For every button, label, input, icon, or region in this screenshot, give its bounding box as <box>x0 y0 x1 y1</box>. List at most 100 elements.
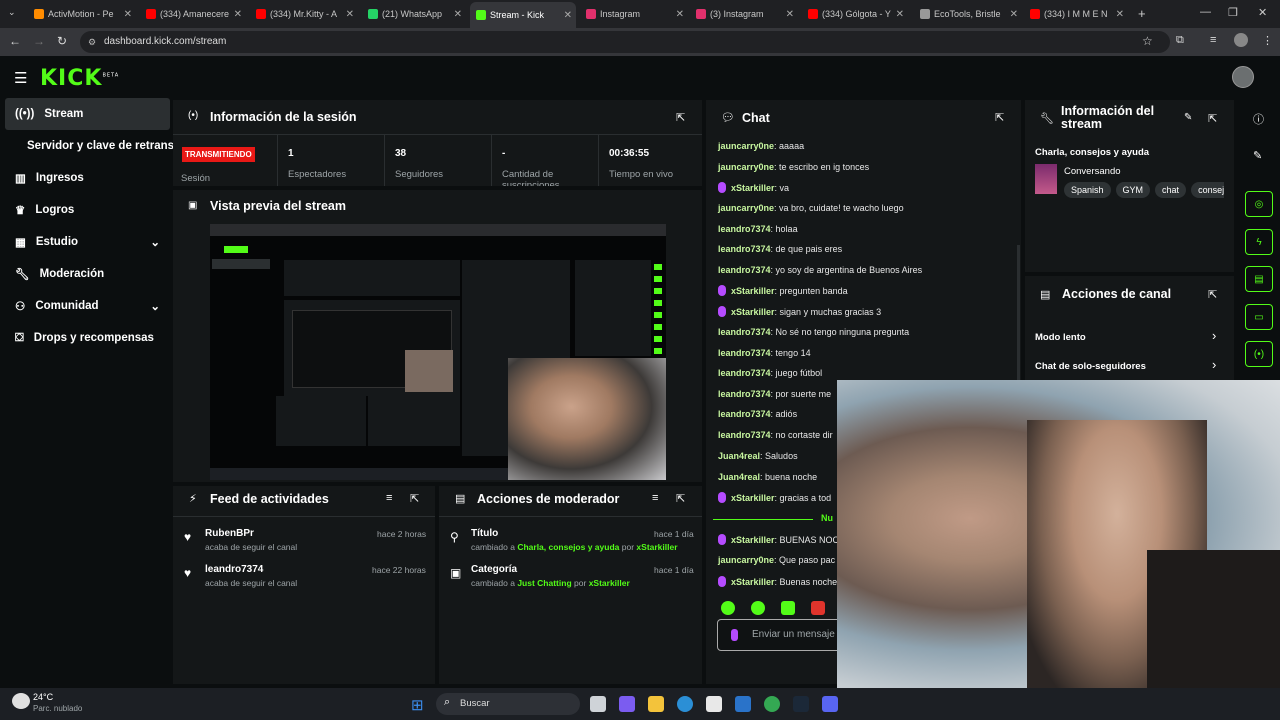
rail-button-chat[interactable]: ▭ <box>1245 304 1273 330</box>
user-avatar[interactable] <box>1232 66 1254 88</box>
info-icon[interactable]: ⓘ <box>1253 111 1264 127</box>
browser-tab[interactable]: (334) Mr.Kitty - A ✕ <box>250 4 358 24</box>
chat-username[interactable]: leandro7374 <box>718 244 771 254</box>
rail-button-lightning[interactable]: ϟ <box>1245 229 1273 255</box>
emote-icon[interactable] <box>811 601 825 615</box>
close-icon[interactable]: ✕ <box>234 9 242 20</box>
browser-tab[interactable]: (334) I M M E N ✕ <box>1024 4 1128 24</box>
window-close-icon[interactable]: ✕ <box>1258 6 1267 19</box>
chat-username[interactable]: leandro7374 <box>718 389 771 399</box>
chat-username[interactable]: jauncarry0ne <box>718 141 774 151</box>
chat-username[interactable]: Juan4real <box>718 451 760 461</box>
close-icon[interactable]: ✕ <box>786 9 794 20</box>
sidebar-item-achievements[interactable]: ♛ Logros <box>5 194 170 226</box>
extensions-icon[interactable]: ⧉ <box>1176 34 1184 47</box>
windows-start-icon[interactable]: ⊞ <box>411 696 424 714</box>
chat-username[interactable]: xStarkiller <box>731 286 775 296</box>
browser-tab-active[interactable]: Stream - Kick ✕ <box>470 2 576 28</box>
stream-preview-video[interactable] <box>210 224 666 480</box>
browser-tab[interactable]: (334) Amanecere ✕ <box>140 4 246 24</box>
chat-username[interactable]: xStarkiller <box>731 493 775 503</box>
chrome-icon[interactable] <box>764 696 780 712</box>
steam-icon[interactable] <box>793 696 809 712</box>
sidebar-item-server-key[interactable]: Servidor y clave de retransm <box>5 130 173 162</box>
tab-list-icon[interactable]: ⌄ <box>8 7 16 18</box>
emote-icon[interactable] <box>751 601 765 615</box>
slow-mode-row[interactable]: Modo lento › <box>1025 327 1230 347</box>
chat-username[interactable]: jauncarry0ne <box>718 555 774 565</box>
url-field[interactable]: ⚙ dashboard.kick.com/stream <box>80 31 1170 53</box>
popout-icon[interactable]: ⇱ <box>1208 288 1217 301</box>
copilot-icon[interactable] <box>619 696 635 712</box>
activity-user[interactable]: leandro7374 <box>205 564 263 575</box>
mod-action-user[interactable]: xStarkiller <box>589 578 630 588</box>
chat-username[interactable]: xStarkiller <box>731 307 775 317</box>
emote-icon[interactable] <box>721 601 735 615</box>
chat-username[interactable]: leandro7374 <box>718 348 771 358</box>
browser-tab[interactable]: (21) WhatsApp ✕ <box>362 4 466 24</box>
chat-username[interactable]: leandro7374 <box>718 327 771 337</box>
sidebar-item-studio[interactable]: ▦ Estudio ⌄ <box>5 226 170 258</box>
rail-button-broadcast[interactable]: (•) <box>1245 341 1273 367</box>
close-icon[interactable]: ✕ <box>346 9 354 20</box>
minimize-icon[interactable]: — <box>1200 6 1211 18</box>
close-icon[interactable]: ✕ <box>676 9 684 20</box>
chat-username[interactable]: xStarkiller <box>731 535 775 545</box>
site-info-icon[interactable]: ⚙ <box>88 31 96 53</box>
close-icon[interactable]: ✕ <box>1010 9 1018 20</box>
restore-icon[interactable]: ❐ <box>1228 6 1238 19</box>
profile-avatar[interactable] <box>1234 33 1248 47</box>
chat-username[interactable]: xStarkiller <box>731 577 775 587</box>
popout-icon[interactable]: ⇱ <box>995 111 1004 124</box>
taskbar-search[interactable]: ⌕ Buscar <box>436 693 580 715</box>
chat-username[interactable]: jauncarry0ne <box>718 162 774 172</box>
new-tab-icon[interactable]: + <box>1138 6 1146 21</box>
followers-only-row[interactable]: Chat de solo-seguidores › <box>1025 356 1230 376</box>
reading-list-icon[interactable]: ≡ <box>1210 34 1216 46</box>
browser-menu-icon[interactable]: ⋮ <box>1262 34 1273 47</box>
activity-user[interactable]: RubenBPr <box>205 528 254 539</box>
emote-icon[interactable] <box>781 601 795 615</box>
pencil-icon[interactable]: ✎ <box>1184 112 1192 123</box>
chat-username[interactable]: jauncarry0ne <box>718 203 774 213</box>
close-icon[interactable]: ✕ <box>454 9 462 20</box>
chat-username[interactable]: leandro7374 <box>718 430 771 440</box>
sidebar-item-stream[interactable]: ((•)) Stream <box>5 98 170 130</box>
mod-action-user[interactable]: xStarkiller <box>636 542 677 552</box>
browser-tab[interactable]: (334) Gólgota - Y ✕ <box>802 4 908 24</box>
chat-username[interactable]: leandro7374 <box>718 224 771 234</box>
chat-username[interactable]: leandro7374 <box>718 368 771 378</box>
sidebar-item-community[interactable]: ⚇ Comunidad ⌄ <box>5 290 170 322</box>
popout-icon[interactable]: ⇱ <box>676 492 685 505</box>
back-icon[interactable]: ← <box>9 34 21 48</box>
edge-icon[interactable] <box>677 696 693 712</box>
chat-input[interactable]: Enviar un mensaje <box>717 619 842 651</box>
rail-button-camera[interactable]: ◎ <box>1245 191 1273 217</box>
chat-username[interactable]: leandro7374 <box>718 409 771 419</box>
file-explorer-icon[interactable] <box>648 696 664 712</box>
chat-username[interactable]: Juan4real <box>718 472 760 482</box>
reload-icon[interactable]: ↻ <box>57 34 67 48</box>
close-icon[interactable]: ✕ <box>896 9 904 20</box>
discord-icon[interactable] <box>822 696 838 712</box>
kick-logo[interactable]: KICKBETA <box>40 66 119 91</box>
sidebar-item-income[interactable]: ▥ Ingresos <box>5 162 170 194</box>
forward-icon[interactable]: → <box>33 34 45 48</box>
browser-tab[interactable]: ActivMotion - Pe ✕ <box>28 4 136 24</box>
browser-tab[interactable]: Instagram ✕ <box>580 4 688 24</box>
rail-button-clipboard[interactable]: ▤ <box>1245 266 1273 292</box>
browser-tab[interactable]: (3) Instagram ✕ <box>690 4 798 24</box>
mail-icon[interactable] <box>735 696 751 712</box>
popout-icon[interactable]: ⇱ <box>410 492 419 505</box>
pencil-icon[interactable]: ✎ <box>1253 149 1262 162</box>
bookmark-star-icon[interactable]: ☆ <box>1142 34 1153 48</box>
chat-username[interactable]: leandro7374 <box>718 265 771 275</box>
filter-icon[interactable]: ≡ <box>386 492 392 504</box>
close-icon[interactable]: ✕ <box>124 9 132 20</box>
close-icon[interactable]: ✕ <box>564 10 572 21</box>
sidebar-item-drops[interactable]: ⛋ Drops y recompensas <box>5 322 170 354</box>
store-icon[interactable] <box>706 696 722 712</box>
popout-icon[interactable]: ⇱ <box>676 111 685 124</box>
filter-icon[interactable]: ≡ <box>652 492 658 504</box>
sidebar-item-moderation[interactable]: 🔧︎ Moderación <box>5 258 170 290</box>
